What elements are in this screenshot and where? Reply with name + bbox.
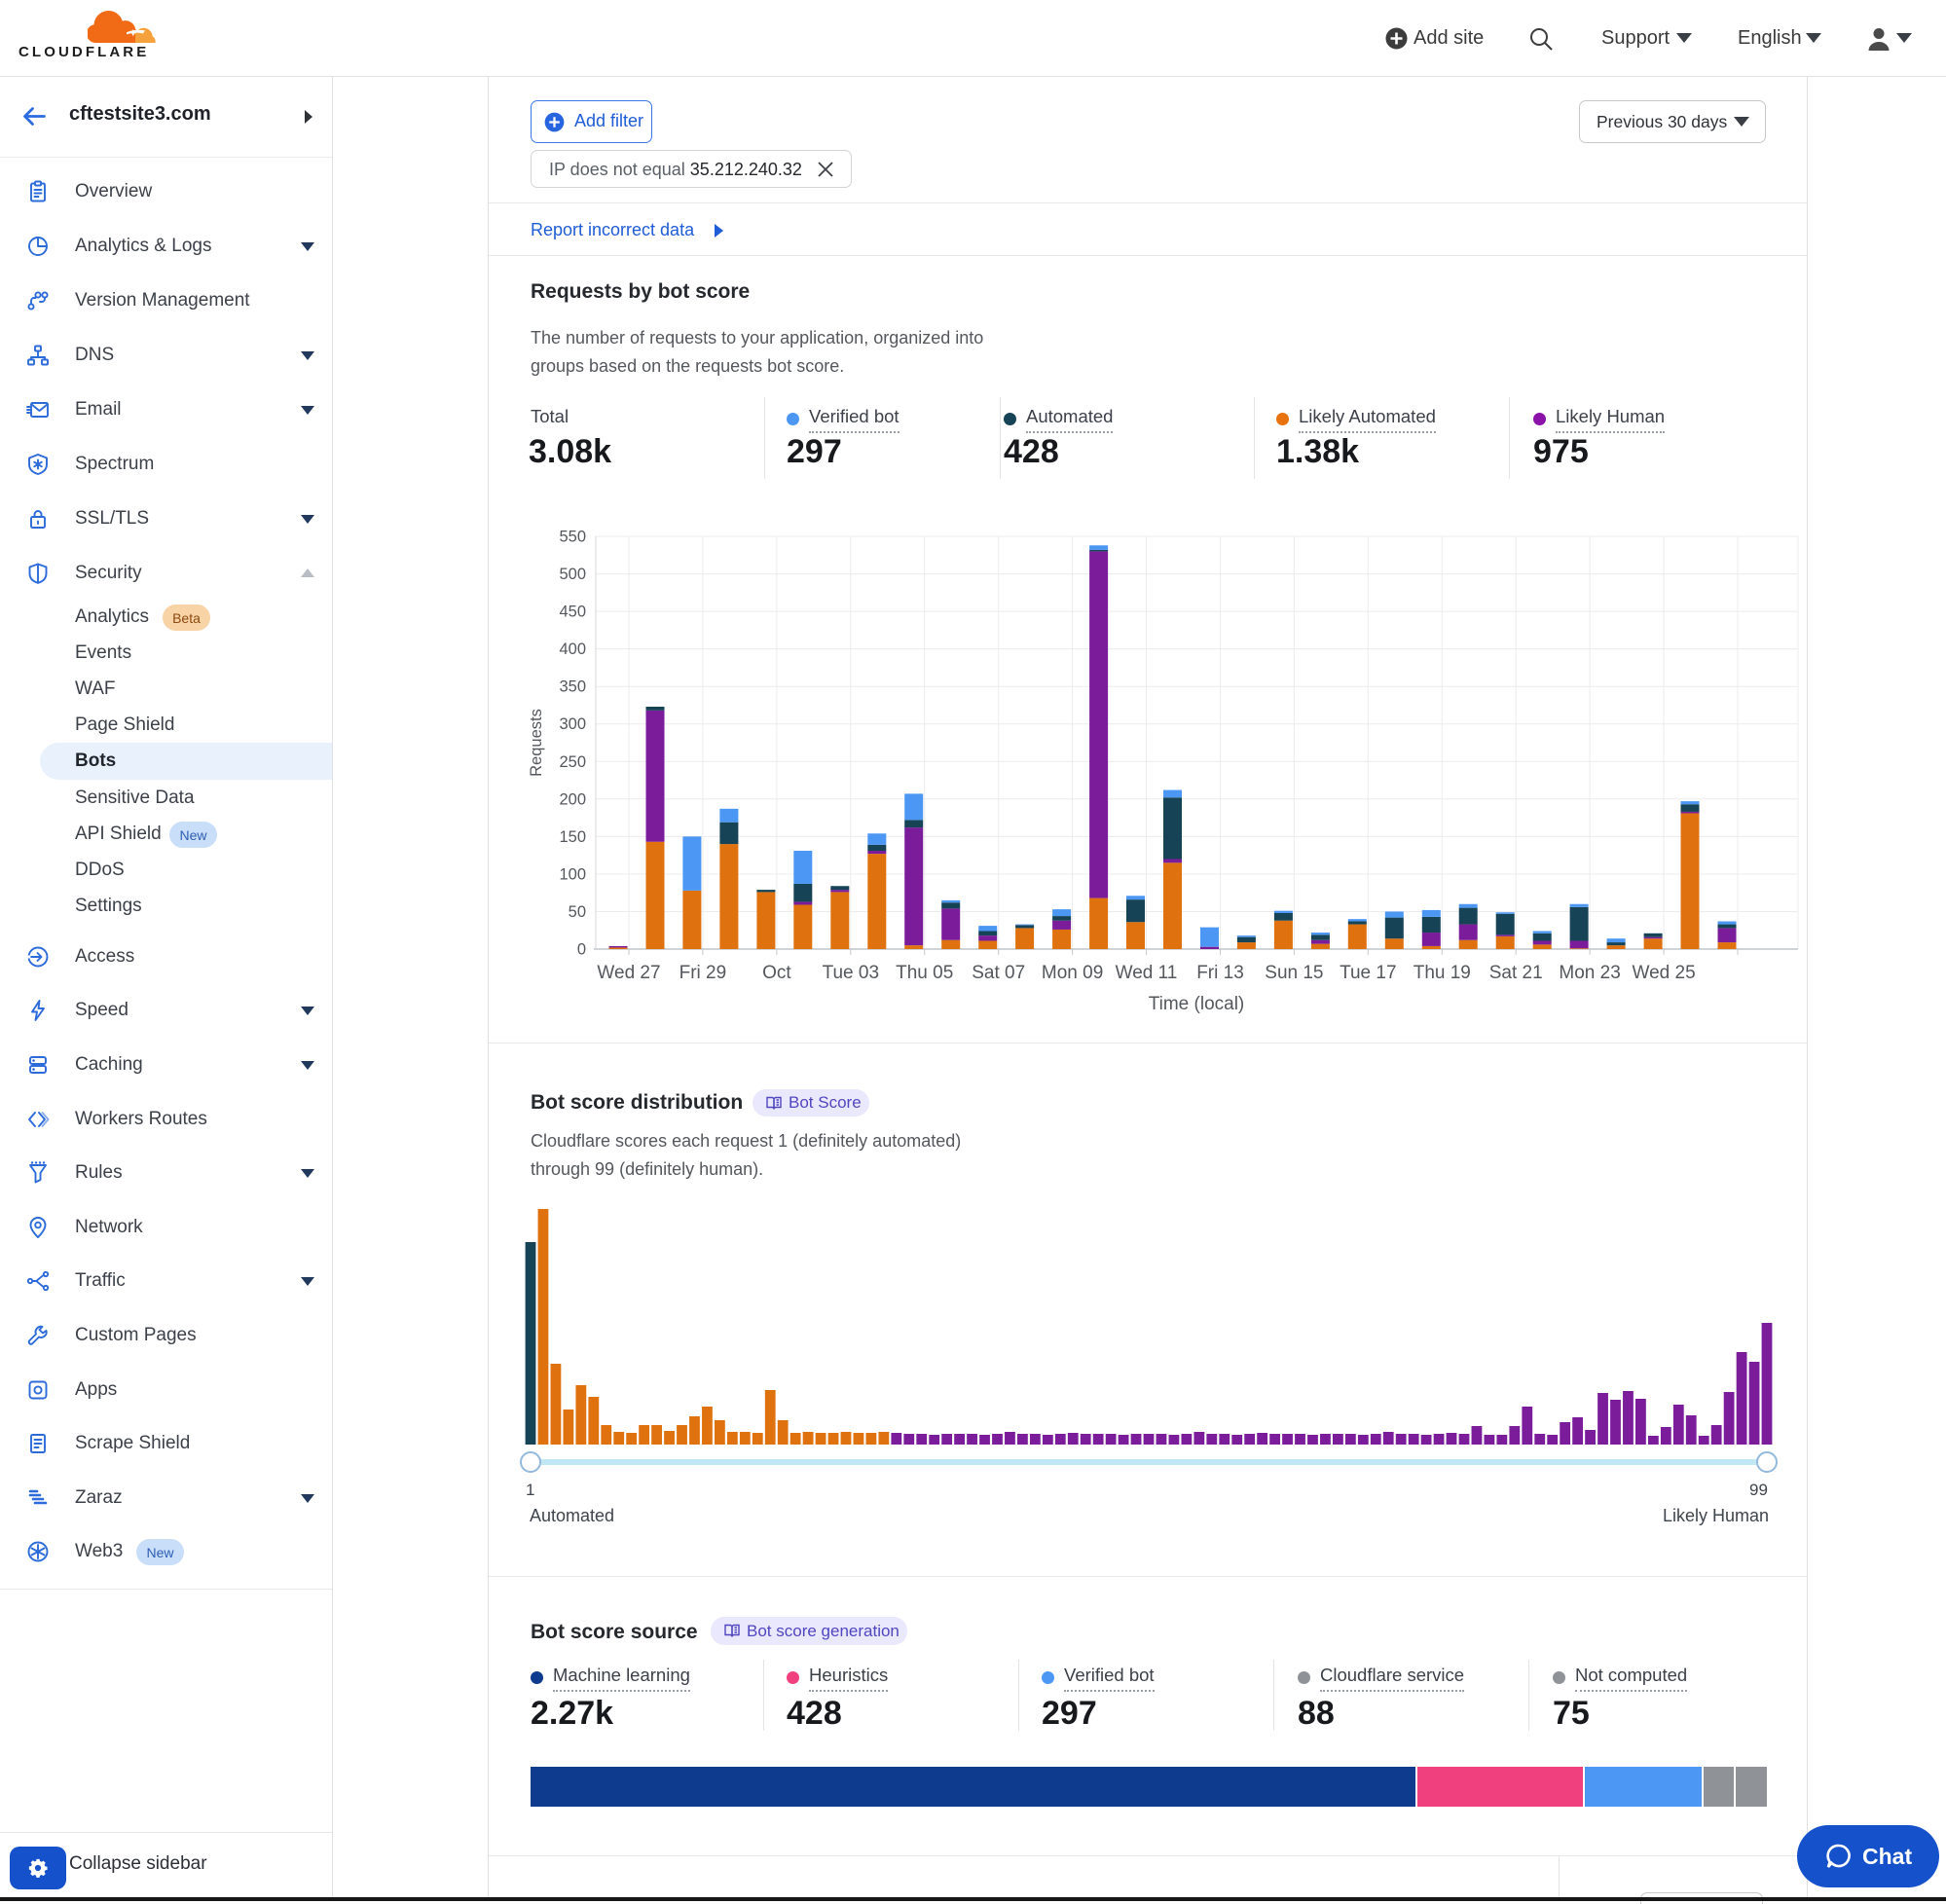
svg-text:200: 200 [559,790,586,808]
svg-text:Fri 13: Fri 13 [1196,963,1244,983]
svg-text:400: 400 [559,641,586,658]
svg-text:Sat 21: Sat 21 [1489,963,1543,983]
svg-text:550: 550 [559,529,586,546]
svg-text:Time (local): Time (local) [1149,994,1245,1014]
svg-text:350: 350 [559,678,586,696]
svg-text:100: 100 [559,865,586,883]
svg-text:Sat 07: Sat 07 [972,963,1025,983]
svg-text:Mon 09: Mon 09 [1042,963,1103,983]
svg-text:Fri 29: Fri 29 [679,963,727,983]
svg-text:Thu 05: Thu 05 [896,963,953,983]
svg-text:50: 50 [569,903,586,921]
svg-text:Wed 27: Wed 27 [597,963,660,983]
svg-text:Sun 15: Sun 15 [1265,963,1323,983]
svg-text:150: 150 [559,828,586,846]
svg-text:250: 250 [559,753,586,771]
svg-text:Requests: Requests [528,709,545,777]
svg-text:0: 0 [577,941,586,959]
svg-text:300: 300 [559,715,586,733]
svg-text:Thu 19: Thu 19 [1414,963,1471,983]
svg-text:Wed 25: Wed 25 [1633,963,1696,983]
svg-text:Tue 17: Tue 17 [1340,963,1396,983]
svg-text:500: 500 [559,566,586,583]
svg-text:Mon 23: Mon 23 [1559,963,1620,983]
svg-text:Wed 11: Wed 11 [1116,963,1178,983]
svg-text:450: 450 [559,604,586,621]
svg-text:Oct: Oct [762,963,791,983]
svg-text:Tue 03: Tue 03 [823,963,879,983]
